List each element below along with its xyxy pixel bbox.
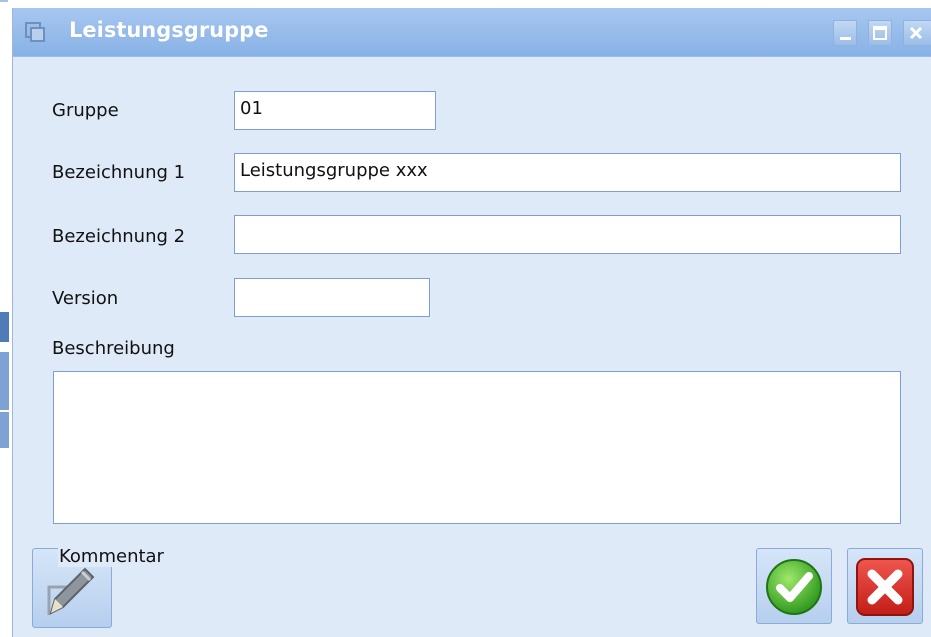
beschreibung-label: Beschreibung [52, 338, 175, 359]
cancel-button[interactable] [847, 548, 923, 624]
title-bar[interactable]: Leistungsgruppe [13, 8, 931, 57]
gruppe-input[interactable]: 01 [234, 91, 436, 130]
bezeichnung2-label: Bezeichnung 2 [52, 226, 186, 247]
background-window-edge [0, 0, 10, 637]
version-label: Version [52, 288, 119, 309]
background-button[interactable] [0, 312, 9, 342]
version-input[interactable] [234, 278, 430, 317]
bezeichnung1-label: Bezeichnung 1 [52, 162, 186, 183]
background-button[interactable] [0, 412, 9, 448]
dialog-window: Leistungsgruppe Gruppe 01 Bezeichnung 1 … [12, 8, 931, 637]
background-button[interactable] [0, 352, 9, 410]
window-title: Leistungsgruppe [69, 18, 269, 42]
edge-mark [0, 0, 8, 2]
maximize-button[interactable] [868, 20, 892, 46]
close-button[interactable] [903, 20, 931, 46]
minimize-button[interactable] [833, 20, 857, 46]
bezeichnung2-input[interactable] [234, 215, 901, 254]
beschreibung-textarea[interactable] [53, 371, 901, 524]
bezeichnung1-input[interactable]: Leistungsgruppe xxx [234, 153, 901, 192]
ok-button[interactable] [756, 548, 832, 624]
window-icon [25, 22, 45, 42]
comment-label: Kommentar [58, 546, 165, 567]
gruppe-label: Gruppe [52, 100, 119, 121]
